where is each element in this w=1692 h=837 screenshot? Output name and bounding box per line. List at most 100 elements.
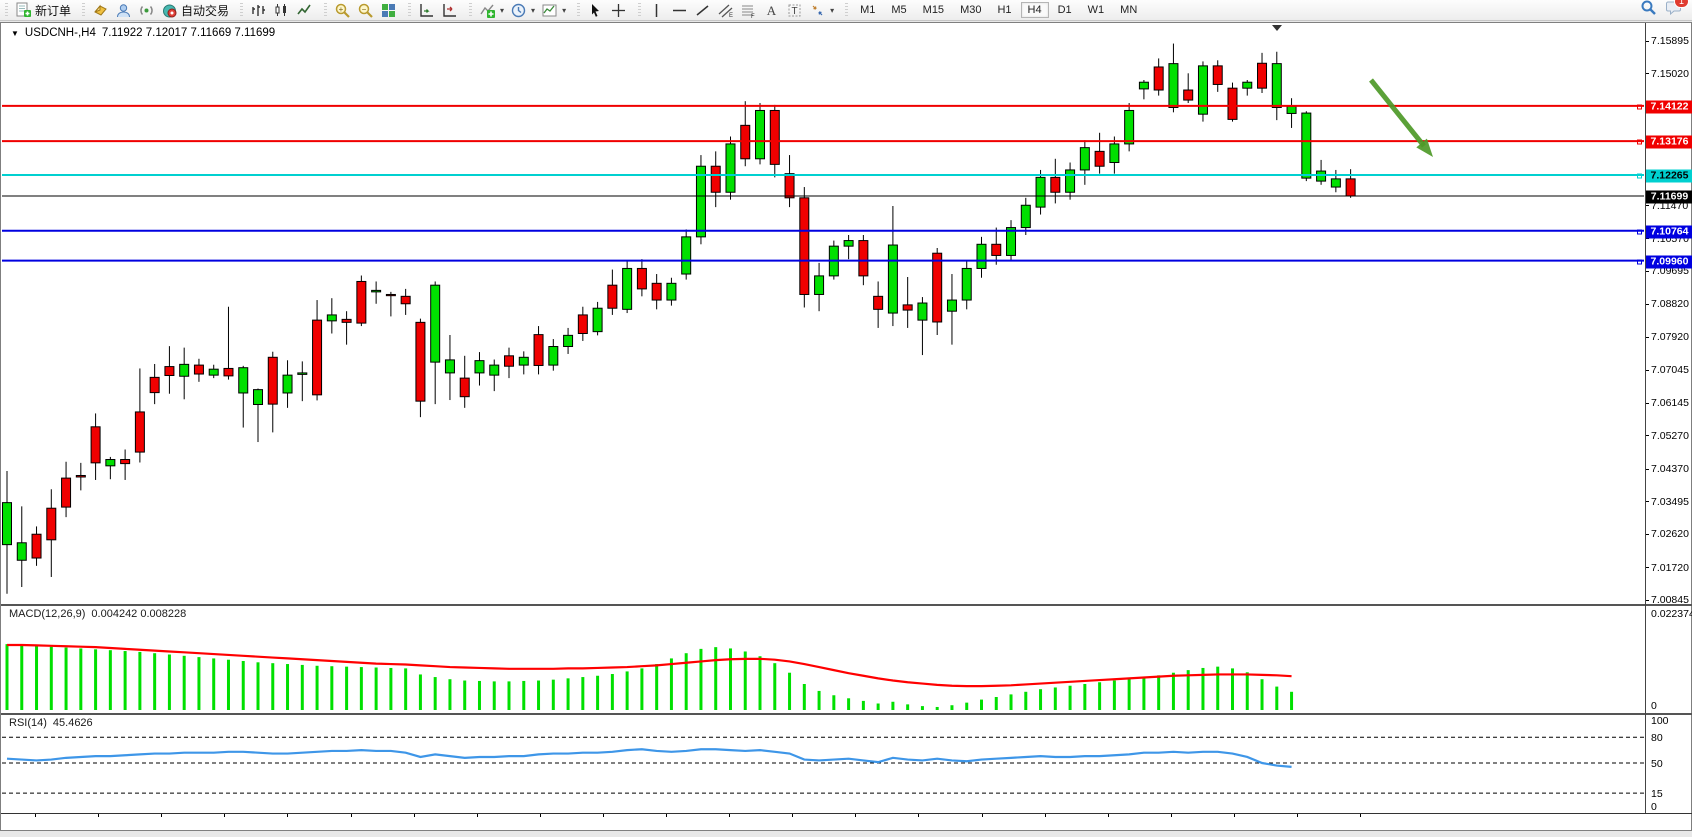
line-chart-button[interactable] (293, 1, 316, 20)
deposit-icon (92, 2, 109, 19)
price-tick-label: 7.07045 (1651, 364, 1689, 376)
new-order-button-label: 新订单 (35, 2, 71, 19)
text-button[interactable]: A (760, 1, 783, 20)
price-axis-separator (1645, 23, 1646, 813)
label-icon: T (786, 2, 803, 19)
crosshair-button[interactable] (607, 1, 630, 20)
arrows-icon (809, 2, 826, 19)
timeframe-m5[interactable]: M5 (884, 2, 913, 18)
trendline-button[interactable] (691, 1, 714, 20)
bar-chart-button[interactable] (247, 1, 270, 20)
arrows-button[interactable]: ▾ (806, 1, 837, 20)
autotrade-icon (161, 2, 178, 19)
chevron-down-icon[interactable]: ▼ (11, 29, 19, 38)
toolbar-group-zoom: +− (320, 0, 404, 21)
dropdown-arrow-icon[interactable]: ▾ (830, 6, 834, 15)
line-handle[interactable] (1637, 140, 1642, 145)
timeframe-d1[interactable]: D1 (1051, 2, 1079, 18)
candles-icon (273, 2, 290, 19)
candlestick-button[interactable] (270, 1, 293, 20)
fibonacci-icon: F (740, 2, 757, 19)
price-tick-label: 7.07920 (1651, 331, 1689, 343)
text-icon: A (763, 2, 780, 19)
signals-button[interactable] (135, 1, 158, 20)
timeframe-h4[interactable]: H4 (1021, 2, 1049, 18)
svg-text:+: + (339, 5, 344, 14)
pane-separator[interactable] (1, 713, 1692, 715)
zoom-in-button[interactable]: + (331, 1, 354, 20)
auto-trading-button-label: 自动交易 (181, 2, 229, 19)
price-line-badge: 7.14122 (1646, 100, 1692, 113)
price-tick-label: 7.04370 (1651, 463, 1689, 475)
price-tick-label: 7.01720 (1651, 562, 1689, 574)
label-button[interactable]: T (783, 1, 806, 20)
timeframe-m15[interactable]: M15 (916, 2, 951, 18)
toolbar-group-objects: E FAT ▾ (634, 0, 841, 21)
zoom-out-button[interactable]: − (354, 1, 377, 20)
chart-window[interactable]: ▼ USDCNH-,H4 7.11922 7.12017 7.11669 7.1… (0, 22, 1692, 831)
crosshair-icon (610, 2, 627, 19)
channel-icon: E (717, 2, 734, 19)
rsi-axis-label: 50 (1651, 758, 1663, 770)
new-order-button[interactable]: 新订单 (12, 1, 74, 20)
line-handle[interactable] (1637, 173, 1642, 178)
deposit-button[interactable] (89, 1, 112, 20)
toolbar-group-insert: ▾ ▾ ▾ (465, 0, 573, 21)
indicators-button[interactable]: ▾ (476, 1, 507, 20)
price-tick-label: 7.03495 (1651, 496, 1689, 508)
price-tick-label: 7.15895 (1651, 35, 1689, 47)
hline-button[interactable] (668, 1, 691, 20)
rsi-axis-label: 0 (1651, 801, 1657, 813)
hline-icon (671, 2, 688, 19)
timeframe-m30[interactable]: M30 (953, 2, 988, 18)
toolbar-group-pointer (573, 0, 634, 21)
profile-icon (115, 2, 132, 19)
periods-icon (510, 2, 527, 19)
templates-icon (541, 2, 558, 19)
price-line-badge: 7.13176 (1646, 136, 1692, 149)
auto-trading-button[interactable]: 自动交易 (158, 1, 232, 20)
zoom-out-icon: − (357, 2, 374, 19)
line-handle[interactable] (1637, 259, 1642, 264)
templates-button[interactable]: ▾ (538, 1, 569, 20)
dropdown-arrow-icon[interactable]: ▾ (500, 6, 504, 15)
pane-separator (1, 813, 1692, 814)
tile-windows-button[interactable] (377, 1, 400, 20)
dropdown-arrow-icon[interactable]: ▾ (562, 6, 566, 15)
timeframe-m1[interactable]: M1 (853, 2, 882, 18)
new-order-icon (15, 2, 32, 19)
auto-scroll-button[interactable] (415, 1, 438, 20)
rsi-axis-label: 100 (1651, 715, 1669, 727)
dropdown-arrow-icon[interactable]: ▾ (531, 6, 535, 15)
pane-separator[interactable] (1, 604, 1692, 606)
price-tick-label: 7.15020 (1651, 68, 1689, 80)
svg-text:−: − (362, 5, 367, 14)
line-handle[interactable] (1637, 229, 1642, 234)
fibonacci-button[interactable]: F (737, 1, 760, 20)
chart-title: ▼ USDCNH-,H4 7.11922 7.12017 7.11669 7.1… (11, 27, 275, 39)
line-handle[interactable] (1637, 104, 1642, 109)
svg-text:E: E (729, 13, 733, 19)
channel-button[interactable]: E (714, 1, 737, 20)
cursor-button[interactable] (584, 1, 607, 20)
chart-shift-icon (441, 2, 458, 19)
line-chart-icon (296, 2, 313, 19)
periods-button[interactable]: ▾ (507, 1, 538, 20)
timeframe-w1[interactable]: W1 (1081, 2, 1112, 18)
search-button[interactable] (1640, 0, 1657, 21)
toolbar-group-services: 自动交易 (78, 0, 236, 21)
timeframe-h1[interactable]: H1 (990, 2, 1018, 18)
rsi-axis-label: 80 (1651, 732, 1663, 744)
chart-shift-button[interactable] (438, 1, 461, 20)
main-toolbar: 新订单自动交易+−▾▾▾EFAT▾M1M5M15M30H1H4D1W1MN1 (0, 0, 1692, 21)
vline-button[interactable] (645, 1, 668, 20)
price-line-badge: 7.12265 (1646, 169, 1692, 182)
profile-button[interactable] (112, 1, 135, 20)
price-line-badge: 7.10764 (1646, 225, 1692, 238)
zoom-in-icon: + (334, 2, 351, 19)
trendline-icon (694, 2, 711, 19)
chat-button[interactable]: 1 (1665, 0, 1682, 21)
auto-scroll-icon (418, 2, 435, 19)
toolbar-group-orders: 新订单 (3, 0, 78, 21)
timeframe-mn[interactable]: MN (1113, 2, 1144, 18)
